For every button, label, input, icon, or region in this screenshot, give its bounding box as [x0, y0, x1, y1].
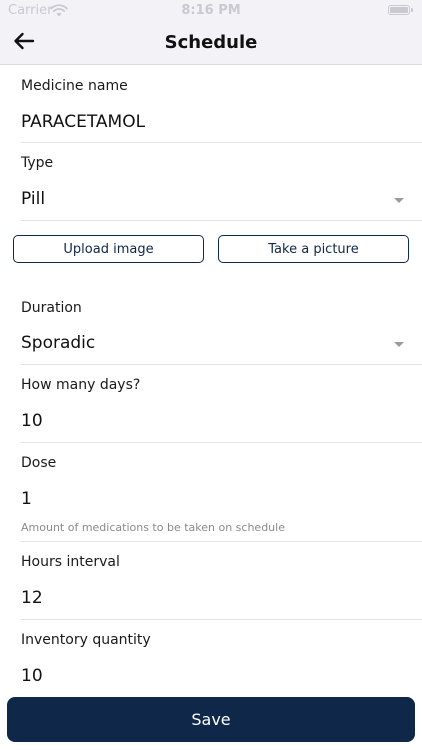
days-label: How many days?: [21, 377, 141, 393]
duration-value[interactable]: Sporadic: [21, 333, 95, 353]
days-input[interactable]: 10: [21, 411, 43, 431]
page-title: Schedule: [164, 32, 258, 53]
hours-interval-label: Hours interval: [21, 554, 120, 570]
duration-label: Duration: [21, 300, 82, 316]
days-field[interactable]: How many days? 10: [0, 365, 422, 443]
dose-label: Dose: [21, 455, 57, 471]
dose-helper-text: Amount of medications to be taken on sch…: [21, 521, 285, 534]
type-select[interactable]: Type Pill: [0, 143, 422, 221]
chevron-down-icon[interactable]: [394, 342, 404, 347]
hours-interval-input[interactable]: 12: [21, 588, 43, 608]
dose-input[interactable]: 1: [21, 489, 32, 509]
inventory-field[interactable]: Inventory quantity 10: [0, 620, 422, 690]
status-time: 8:16 PM: [181, 3, 241, 18]
hours-interval-field[interactable]: Hours interval 12: [0, 542, 422, 620]
type-label: Type: [21, 155, 54, 171]
battery-icon: [388, 5, 413, 15]
upload-image-button[interactable]: Upload image: [13, 235, 204, 263]
navigation-bar: Schedule: [0, 22, 422, 65]
type-value[interactable]: Pill: [21, 189, 45, 209]
chevron-down-icon[interactable]: [394, 198, 404, 203]
medicine-name-input[interactable]: PARACETAMOL: [21, 112, 145, 132]
medicine-name-field[interactable]: Medicine name PARACETAMOL: [0, 65, 422, 143]
inventory-label: Inventory quantity: [21, 632, 151, 648]
dose-field[interactable]: Dose 1 Amount of medications to be taken…: [0, 443, 422, 542]
save-button[interactable]: Save: [7, 697, 415, 742]
medicine-name-label: Medicine name: [21, 78, 128, 94]
duration-select[interactable]: Duration Sporadic: [0, 287, 422, 365]
divider: [21, 220, 422, 221]
inventory-input[interactable]: 10: [21, 666, 43, 686]
take-picture-button[interactable]: Take a picture: [218, 235, 409, 263]
status-bar: Carrier 8:16 PM: [0, 0, 422, 22]
